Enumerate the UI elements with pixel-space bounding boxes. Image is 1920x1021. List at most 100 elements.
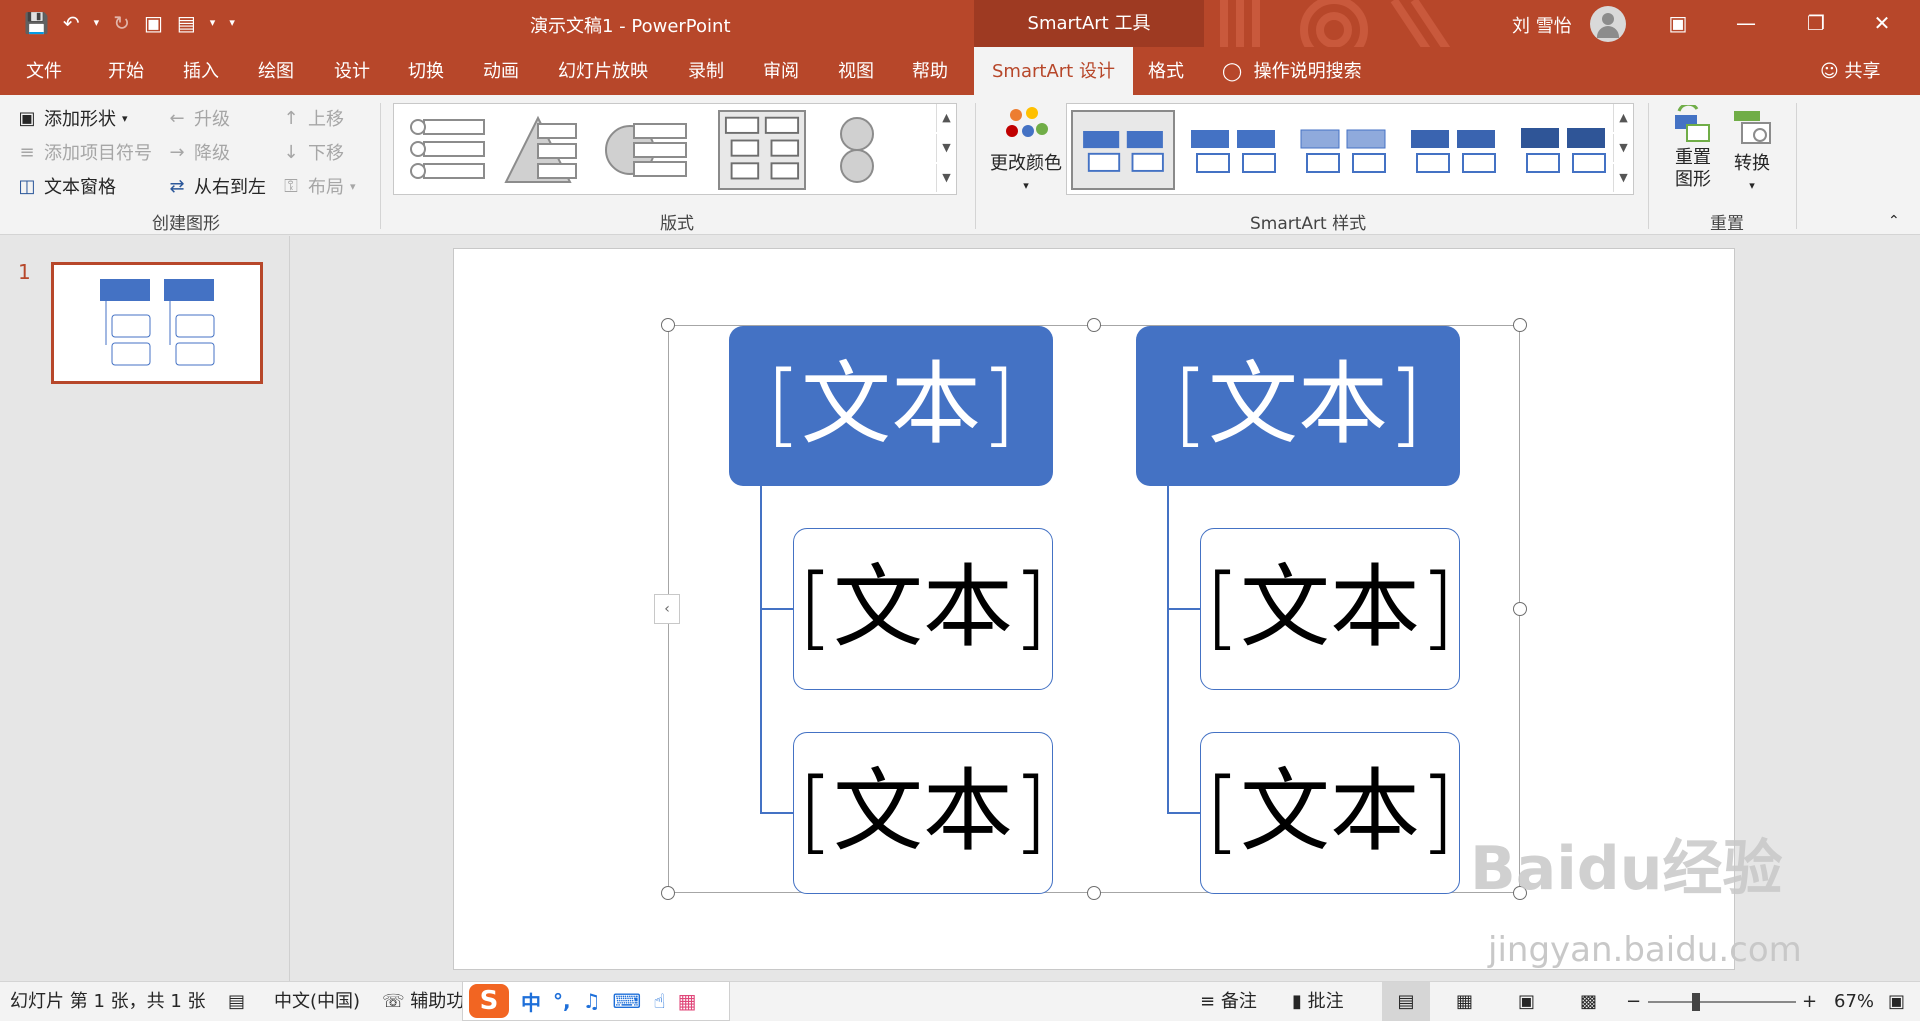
- tell-me-search[interactable]: ◯ 操作说明搜索: [1222, 47, 1362, 95]
- gallery-scroll-down-icon[interactable]: ▼: [1613, 134, 1633, 162]
- ime-toolbar: S 中 °, ♫ ⌨ ☝ ▦: [462, 981, 730, 1021]
- collapse-ribbon-icon[interactable]: ⌃: [1888, 213, 1900, 229]
- spell-check-icon[interactable]: ▤: [228, 982, 245, 1021]
- normal-view-icon[interactable]: ▤: [1382, 982, 1430, 1021]
- add-shape-button[interactable]: ▣ 添加形状 ▾: [16, 105, 127, 131]
- smartart-level2-shape[interactable]: [文本]: [793, 732, 1053, 894]
- tab-file[interactable]: 文件: [26, 47, 62, 95]
- notes-button[interactable]: ≡ 备注: [1200, 982, 1257, 1021]
- change-colors-button[interactable]: 更改颜色 ▾: [990, 105, 1062, 192]
- text-pane-button[interactable]: ◫ 文本窗格: [16, 173, 116, 199]
- zoom-in-icon[interactable]: +: [1802, 982, 1817, 1021]
- resize-handle[interactable]: [1087, 318, 1101, 332]
- smartart-level2-shape[interactable]: [文本]: [1200, 528, 1460, 690]
- ime-punctuation[interactable]: °,: [553, 989, 571, 1013]
- restore-icon[interactable]: ❐: [1786, 0, 1846, 47]
- move-down-button[interactable]: ↓ 下移: [280, 139, 344, 165]
- apps-grid-icon[interactable]: ▦: [678, 989, 697, 1013]
- layout-circle-list[interactable]: [824, 110, 890, 190]
- ribbon-tabs: 文件 开始 插入 绘图 设计 切换 动画 幻灯片放映 录制 审阅 视图 帮助 S…: [0, 47, 1920, 95]
- style-white-outline[interactable]: [1181, 110, 1285, 190]
- style-moderate-effect[interactable]: [1401, 110, 1505, 190]
- promote-button[interactable]: ← 升级: [166, 105, 230, 131]
- style-subtle-effect[interactable]: [1291, 110, 1395, 190]
- redo-icon[interactable]: ↻: [113, 8, 130, 38]
- undo-dropdown-icon[interactable]: ▾: [94, 8, 100, 38]
- slideshow-icon[interactable]: ▩: [1580, 982, 1597, 1021]
- zoom-level[interactable]: 67%: [1834, 982, 1874, 1021]
- convert-icon: [1734, 111, 1771, 144]
- arrow-down-icon: ↓: [283, 141, 299, 163]
- demote-button[interactable]: → 降级: [166, 139, 230, 165]
- tab-insert[interactable]: 插入: [183, 47, 219, 95]
- gallery-scroll-up-icon[interactable]: ▲: [1613, 104, 1633, 132]
- style-intense-effect[interactable]: [1511, 110, 1615, 190]
- layouts-gallery[interactable]: ▲ ▼ ▼: [393, 103, 957, 195]
- user-name[interactable]: 刘 雪怡: [1512, 12, 1572, 38]
- tab-smartart-design[interactable]: SmartArt 设计: [974, 47, 1133, 95]
- zoom-out-icon[interactable]: −: [1626, 982, 1641, 1021]
- smartart-level1-shape[interactable]: [文本]: [1136, 326, 1460, 486]
- layout-horizontal-hierarchy-list[interactable]: [718, 110, 806, 190]
- resize-handle[interactable]: [1087, 886, 1101, 900]
- tab-slideshow[interactable]: 幻灯片放映: [558, 47, 648, 95]
- undo-icon[interactable]: ↶: [63, 8, 80, 38]
- tab-design[interactable]: 设计: [334, 47, 370, 95]
- reading-view-icon[interactable]: ▣: [1518, 982, 1535, 1021]
- resize-handle[interactable]: [1513, 318, 1527, 332]
- avatar[interactable]: [1590, 6, 1626, 42]
- layout-pyramid-list[interactable]: [498, 110, 586, 190]
- zoom-slider-thumb[interactable]: [1692, 993, 1700, 1011]
- gallery-scroll-up-icon[interactable]: ▲: [936, 104, 956, 132]
- gallery-more-icon[interactable]: ▼: [1613, 164, 1633, 192]
- share-button[interactable]: ☺ 共享: [1820, 47, 1881, 95]
- move-up-button[interactable]: ↑ 上移: [280, 105, 344, 131]
- smartart-styles-gallery[interactable]: ▲ ▼ ▼: [1066, 103, 1634, 195]
- slide-sorter-icon[interactable]: ▦: [1456, 982, 1473, 1021]
- smartart-level2-shape[interactable]: [文本]: [793, 528, 1053, 690]
- convert-button[interactable]: 转换 ▾: [1730, 105, 1774, 192]
- close-icon[interactable]: ✕: [1852, 0, 1912, 47]
- tab-review[interactable]: 审阅: [763, 47, 799, 95]
- smartart-level2-shape[interactable]: [文本]: [1200, 732, 1460, 894]
- tab-transitions[interactable]: 切换: [408, 47, 444, 95]
- layout-vertical-bullet[interactable]: [402, 110, 490, 190]
- ime-mode[interactable]: 中: [521, 987, 541, 1016]
- fit-slide-icon[interactable]: ▣: [1888, 982, 1905, 1021]
- present-icon[interactable]: ▣: [144, 8, 163, 38]
- tab-format[interactable]: 格式: [1148, 47, 1184, 95]
- ribbon-display-icon[interactable]: ▣: [1648, 0, 1708, 47]
- keyboard-icon[interactable]: ⌨: [613, 989, 642, 1013]
- layout-icon[interactable]: ▤: [177, 8, 196, 38]
- layout-button[interactable]: ⚿ 布局 ▾: [280, 173, 355, 199]
- right-to-left-button[interactable]: ⇄ 从右到左: [166, 173, 266, 199]
- language-status[interactable]: 中文(中国): [274, 982, 360, 1021]
- microphone-icon[interactable]: ♫: [583, 989, 601, 1013]
- slide-thumbnail[interactable]: [51, 262, 263, 384]
- layout-dropdown-icon[interactable]: ▾: [210, 8, 216, 38]
- resize-handle[interactable]: [661, 886, 675, 900]
- add-bullet-button[interactable]: ≡ 添加项目符号: [16, 139, 152, 165]
- customize-icon[interactable]: ▾: [229, 8, 235, 38]
- save-icon[interactable]: 💾: [24, 8, 49, 38]
- layout-target-list[interactable]: [604, 110, 692, 190]
- tab-animations[interactable]: 动画: [483, 47, 519, 95]
- sogou-logo-icon[interactable]: S: [469, 984, 509, 1018]
- resize-handle[interactable]: [1513, 602, 1527, 616]
- comments-button[interactable]: ▮ 批注: [1292, 982, 1344, 1021]
- tab-view[interactable]: 视图: [838, 47, 874, 95]
- skin-icon[interactable]: ☝: [653, 989, 665, 1013]
- resize-handle[interactable]: [661, 318, 675, 332]
- tab-record[interactable]: 录制: [688, 47, 724, 95]
- reset-graphic-button[interactable]: 重置图形: [1666, 105, 1720, 191]
- tab-home[interactable]: 开始: [108, 47, 144, 95]
- style-simple-fill[interactable]: [1071, 110, 1175, 190]
- minimize-icon[interactable]: —: [1716, 0, 1776, 47]
- text-pane-toggle-icon[interactable]: ‹: [654, 594, 680, 624]
- smartart-level1-shape[interactable]: [文本]: [729, 326, 1053, 486]
- tab-help[interactable]: 帮助: [912, 47, 948, 95]
- zoom-slider[interactable]: [1648, 1001, 1796, 1003]
- gallery-scroll-down-icon[interactable]: ▼: [936, 134, 956, 162]
- gallery-more-icon[interactable]: ▼: [936, 164, 956, 192]
- tab-draw[interactable]: 绘图: [258, 47, 294, 95]
